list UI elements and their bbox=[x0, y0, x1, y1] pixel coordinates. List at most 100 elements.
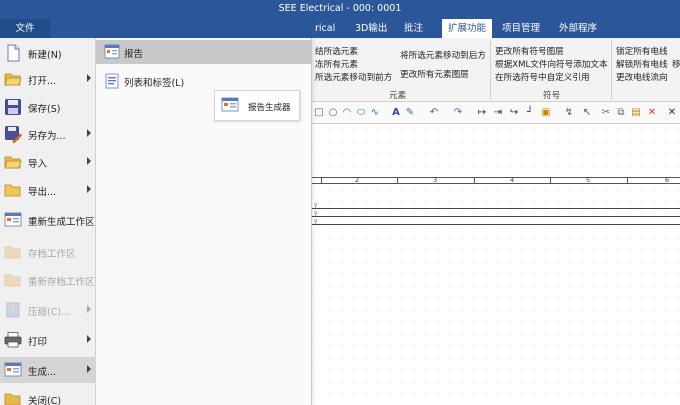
menu-item-print[interactable]: 打印 bbox=[0, 327, 96, 353]
sheet-placeholder-mark: ? bbox=[314, 211, 318, 218]
submenu-item-report[interactable]: 报告 bbox=[96, 40, 312, 64]
menu-item-open[interactable]: 打开... bbox=[0, 66, 96, 92]
sheet-placeholder-mark: ? bbox=[314, 219, 318, 226]
text-edit-icon[interactable]: ✎ bbox=[404, 107, 416, 119]
tab-file[interactable]: 文件 bbox=[0, 19, 50, 38]
select-pointer-icon[interactable]: ↖ bbox=[581, 107, 593, 119]
spline-tool-icon[interactable]: ∿ bbox=[369, 107, 381, 119]
menu-item-label: 生成... bbox=[28, 367, 57, 378]
report-icon bbox=[104, 44, 120, 59]
rearchive-workspace-icon bbox=[4, 274, 21, 287]
save-as-icon bbox=[5, 126, 22, 143]
ruler-number: 4 bbox=[510, 176, 515, 184]
tab-annotations[interactable]: 批注 bbox=[400, 19, 427, 38]
save-icon bbox=[5, 99, 21, 115]
connection-tool-icon[interactable]: ┘ bbox=[524, 107, 536, 119]
import-folder-icon bbox=[4, 156, 22, 169]
menu-item-label: 导出... bbox=[28, 187, 57, 198]
ruler-number: 3 bbox=[433, 176, 438, 184]
new-doc-icon bbox=[7, 44, 20, 62]
ruler-tick bbox=[321, 178, 322, 184]
ribbon-cmd-group-elements[interactable]: 结所选元素 bbox=[315, 45, 358, 57]
menu-item-label: 压缩(C)... bbox=[28, 307, 71, 318]
wire-route-icon[interactable]: ↪ bbox=[508, 107, 520, 119]
dimension-tool-icon[interactable]: ↦ bbox=[476, 107, 488, 119]
ellipse-tool-icon[interactable]: ⬭ bbox=[355, 107, 367, 119]
ribbon-cmd-move-truncated[interactable]: 移 bbox=[672, 58, 680, 70]
generate-icon bbox=[4, 362, 22, 377]
pointer-edit-icon[interactable]: ↯ bbox=[563, 107, 575, 119]
submenu-arrow-icon bbox=[87, 365, 91, 373]
ribbon-cmd-freeze-elements[interactable]: 冻所有元素 bbox=[315, 58, 358, 70]
tab-3d-output[interactable]: 3D输出 bbox=[351, 19, 391, 38]
list-labels-icon bbox=[105, 73, 119, 89]
tab-extensions[interactable]: 扩展功能 bbox=[442, 19, 492, 38]
symbol-tool-icon[interactable]: ▣ bbox=[540, 107, 552, 119]
text-tool-icon[interactable]: A bbox=[390, 107, 402, 119]
tab-electrical[interactable]: rical bbox=[311, 19, 339, 38]
window-title: SEE Electrical - 000: 0001 bbox=[278, 3, 402, 14]
cut-icon[interactable]: ✂ bbox=[600, 107, 612, 119]
redo-icon[interactable]: ↷ bbox=[452, 107, 464, 119]
undo-icon[interactable]: ↶ bbox=[428, 107, 440, 119]
menu-item-save-as[interactable]: 另存为... bbox=[0, 121, 96, 147]
ruler-tick bbox=[474, 178, 475, 184]
tab-project-management[interactable]: 项目管理 bbox=[498, 19, 544, 38]
paste-icon[interactable]: ▤ bbox=[630, 107, 642, 119]
ribbon-cmd-move-back[interactable]: 将所选元素移动到后方 bbox=[400, 49, 486, 61]
circle-tool-icon[interactable]: ○ bbox=[327, 107, 339, 119]
submenu-arrow-icon bbox=[87, 185, 91, 193]
menu-item-label: 打印 bbox=[28, 337, 48, 348]
menu-item-label: 打开... bbox=[28, 76, 57, 87]
rectangle-tool-icon[interactable]: □ bbox=[313, 107, 325, 119]
ribbon-cmd-add-text-from-xml[interactable]: 根据XML文件向符号添加文本 bbox=[495, 58, 608, 70]
compress-icon bbox=[6, 302, 20, 318]
ribbon-cmd-move-front[interactable]: 所选元素移动到前方 bbox=[315, 71, 392, 83]
sheet-placeholder-mark: ? bbox=[314, 203, 318, 210]
ruler-tick bbox=[397, 178, 398, 184]
close-tool-icon[interactable]: ✕ bbox=[666, 107, 678, 119]
ribbon-cmd-change-wire-direction[interactable]: 更改电线流向 bbox=[616, 71, 668, 83]
report-generator-label: 报告生成器 bbox=[248, 103, 291, 113]
ruler-number: 6 bbox=[665, 176, 670, 184]
menu-item-label: 存档工作区 bbox=[28, 249, 76, 260]
menu-item-archive-workspace: 存档工作区 bbox=[0, 239, 96, 265]
ribbon-cmd-custom-reference[interactable]: 在所选符号中自定义引用 bbox=[495, 71, 590, 83]
regenerate-workspace-icon bbox=[4, 212, 22, 227]
submenu-arrow-icon bbox=[87, 305, 91, 313]
menu-item-label: 另存为... bbox=[28, 131, 66, 142]
menu-item-label: 关闭(C) bbox=[28, 396, 62, 405]
report-generator-icon bbox=[221, 97, 239, 112]
wire-tool-icon[interactable]: ⇥ bbox=[492, 107, 504, 119]
ribbon-group-separator bbox=[490, 40, 491, 100]
ribbon-group-elements-label: 元素 bbox=[389, 91, 407, 101]
submenu-arrow-icon bbox=[87, 335, 91, 343]
report-generator-item[interactable]: 报告生成器 bbox=[214, 90, 300, 121]
sheet-line bbox=[310, 224, 680, 225]
menu-item-save[interactable]: 保存(S) bbox=[0, 94, 96, 120]
ribbon-cmd-change-element-layers[interactable]: 更改所有元素图层 bbox=[400, 68, 469, 80]
menu-item-import[interactable]: 导入 bbox=[0, 149, 96, 175]
menu-item-new[interactable]: 新建(N) bbox=[0, 40, 96, 66]
submenu-arrow-icon bbox=[87, 74, 91, 82]
submenu-item-label: 报告 bbox=[124, 49, 144, 60]
submenu-item-label: 列表和标签(L) bbox=[124, 78, 185, 89]
tab-external-programs[interactable]: 外部程序 bbox=[555, 19, 601, 38]
arc-tool-icon[interactable]: ◠ bbox=[341, 107, 353, 119]
ribbon-cmd-unlock-all-wires[interactable]: 解锁所有电线 bbox=[616, 58, 668, 70]
menu-item-export[interactable]: 导出... bbox=[0, 177, 96, 203]
menu-item-regenerate-workspace[interactable]: 重新生成工作区 bbox=[0, 207, 96, 233]
menu-item-label: 重新生成工作区 bbox=[28, 217, 95, 228]
menu-item-close[interactable]: 关闭(C) bbox=[0, 386, 96, 405]
column-ruler: 2 3 4 5 6 bbox=[310, 176, 680, 184]
menu-item-generate[interactable]: 生成... bbox=[0, 357, 96, 383]
ribbon-cmd-lock-all-wires[interactable]: 锁定所有电线 bbox=[616, 45, 668, 57]
ribbon-cmd-change-symbol-layers[interactable]: 更改所有符号图层 bbox=[495, 45, 564, 57]
delete-icon[interactable]: ✕ bbox=[646, 107, 658, 119]
open-folder-icon bbox=[4, 73, 22, 86]
copy-icon[interactable]: ⧉ bbox=[615, 107, 627, 119]
ruler-tick bbox=[550, 178, 551, 184]
menu-item-rearchive-workspace: 重新存档工作区 bbox=[0, 267, 96, 293]
menu-item-label: 保存(S) bbox=[28, 104, 61, 115]
ruler-number: 2 bbox=[355, 176, 360, 184]
